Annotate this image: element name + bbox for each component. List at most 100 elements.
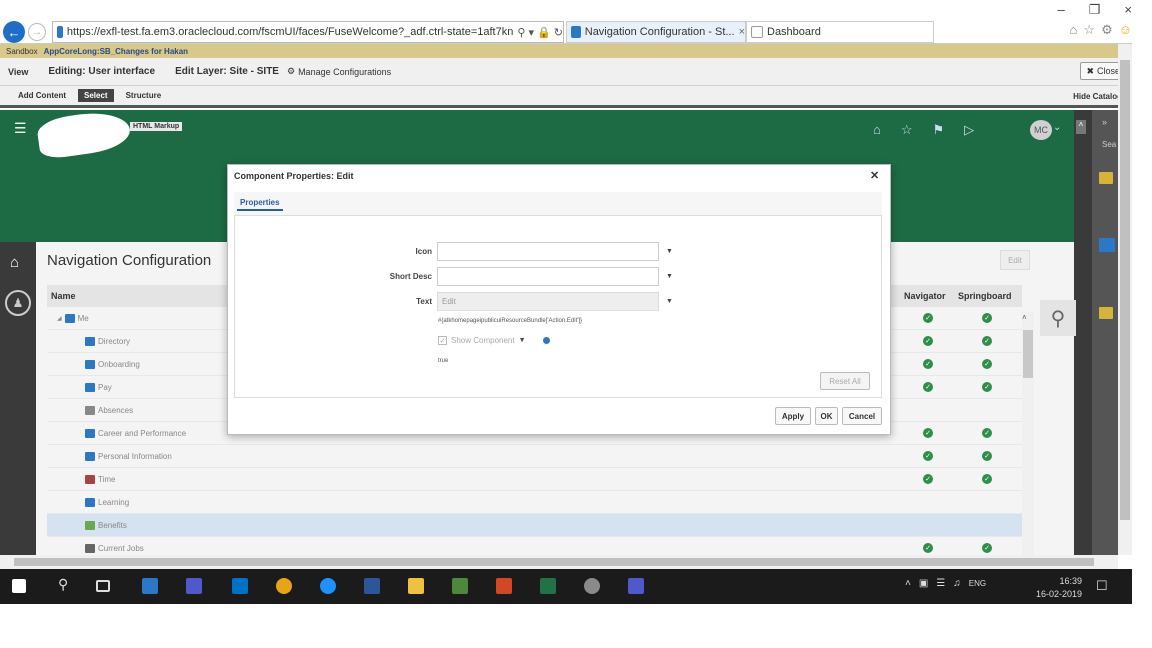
- chevron-up-icon[interactable]: ˄: [905, 578, 911, 589]
- apply-button[interactable]: Apply: [775, 407, 811, 425]
- springboard-check-icon[interactable]: ✓: [982, 474, 992, 484]
- table-row[interactable]: Benefits: [47, 514, 1022, 537]
- row-text: Career and Performance: [98, 428, 187, 438]
- row-label: Absences: [85, 405, 134, 415]
- internet-explorer-icon[interactable]: [320, 578, 336, 594]
- springboard-check-icon[interactable]: ✓: [982, 428, 992, 438]
- navigator-check-icon[interactable]: ✓: [923, 474, 933, 484]
- checkbox-icon[interactable]: ✓: [438, 336, 447, 345]
- navigator-check-icon[interactable]: ✓: [923, 336, 933, 346]
- navigator-check-icon[interactable]: ✓: [923, 428, 933, 438]
- chrome-icon[interactable]: [276, 578, 292, 594]
- word-icon[interactable]: [364, 578, 380, 594]
- table-scrollbar-thumb[interactable]: [1023, 330, 1033, 378]
- outlook-icon[interactable]: [232, 578, 248, 594]
- ok-button[interactable]: OK: [815, 407, 838, 425]
- navigator-check-icon[interactable]: ✓: [923, 359, 933, 369]
- search-icon[interactable]: ⚲: [1040, 300, 1076, 336]
- task-view-icon[interactable]: [96, 580, 110, 592]
- chevron-down-icon[interactable]: ▼: [666, 273, 673, 280]
- short-desc-label: Short Desc: [389, 272, 432, 281]
- row-label: Career and Performance: [85, 428, 187, 438]
- navigator-check-icon[interactable]: ✓: [923, 313, 933, 323]
- clock[interactable]: 16:39 16-02-2019: [1036, 575, 1082, 601]
- row-text: Onboarding: [98, 359, 140, 369]
- expand-icon[interactable]: ◢: [57, 315, 62, 322]
- teams-icon[interactable]: [628, 578, 644, 594]
- springboard-check-icon[interactable]: ✓: [982, 313, 992, 323]
- table-row[interactable]: Personal Information ✓ ✓: [47, 445, 1022, 468]
- battery-icon[interactable]: ▣: [919, 578, 928, 589]
- horizontal-scrollbar-thumb[interactable]: [14, 558, 1094, 566]
- row-text: Absences: [98, 405, 134, 415]
- tool-icon[interactable]: [584, 578, 600, 594]
- row-text: Learning: [98, 497, 130, 507]
- row-label: Pay: [85, 382, 112, 392]
- project-icon[interactable]: [452, 578, 468, 594]
- show-component-label: Show Component: [451, 336, 515, 345]
- springboard-check-icon[interactable]: ✓: [982, 336, 992, 346]
- row-label: Personal Information: [85, 451, 172, 461]
- cancel-button[interactable]: Cancel: [842, 407, 882, 425]
- row-icon: [85, 359, 95, 369]
- row-text: Personal Information: [98, 451, 172, 461]
- table-row[interactable]: Learning: [47, 491, 1022, 514]
- row-icon: [64, 313, 75, 323]
- navigator-check-icon[interactable]: ✓: [923, 543, 933, 553]
- language-indicator[interactable]: ENG: [969, 579, 986, 588]
- text-label: Text: [416, 297, 432, 306]
- row-text: Me: [77, 313, 89, 323]
- springboard-check-icon[interactable]: ✓: [982, 543, 992, 553]
- row-text: Pay: [98, 382, 112, 392]
- navigator-check-icon[interactable]: ✓: [923, 451, 933, 461]
- reset-all-button[interactable]: Reset All: [820, 372, 870, 390]
- row-icon: [85, 520, 95, 530]
- tab-properties[interactable]: Properties: [237, 196, 283, 211]
- row-label: Current Jobs: [85, 543, 144, 553]
- row-text: Directory: [98, 336, 131, 346]
- page-scrollbar-thumb[interactable]: [1120, 60, 1130, 520]
- springboard-check-icon[interactable]: ✓: [982, 451, 992, 461]
- search-icon[interactable]: ⚲: [58, 576, 74, 592]
- app-icon[interactable]: [142, 578, 158, 594]
- springboard-check-icon[interactable]: ✓: [982, 382, 992, 392]
- file-explorer-icon[interactable]: [408, 578, 424, 594]
- el-expression: #{atkhomepageipublicuiResourceBundle['Ac…: [438, 318, 583, 324]
- row-icon: [85, 543, 95, 553]
- row-icon: [85, 382, 95, 392]
- volume-icon[interactable]: ♫: [953, 578, 961, 589]
- row-text: Time: [98, 474, 116, 484]
- text-field[interactable]: Edit: [437, 292, 659, 311]
- close-icon[interactable]: ✕: [870, 169, 879, 182]
- springboard-check-icon[interactable]: ✓: [982, 359, 992, 369]
- row-icon: [85, 428, 95, 438]
- network-icon[interactable]: ☰: [936, 578, 945, 589]
- excel-icon[interactable]: [540, 578, 556, 594]
- row-text: Current Jobs: [98, 543, 144, 553]
- powerpoint-icon[interactable]: [496, 578, 512, 594]
- teams-icon[interactable]: [186, 578, 202, 594]
- icon-label: Icon: [415, 247, 432, 256]
- row-label: Learning: [85, 497, 130, 507]
- clock-date: 16-02-2019: [1036, 589, 1083, 599]
- short-desc-field[interactable]: [437, 267, 659, 286]
- row-label: Directory: [85, 336, 131, 346]
- icon-field[interactable]: [437, 242, 659, 261]
- row-icon: [85, 497, 95, 507]
- chevron-down-icon[interactable]: ▼: [666, 248, 673, 255]
- row-label: Onboarding: [85, 359, 140, 369]
- clock-time: 16:39: [1059, 576, 1083, 586]
- chevron-down-icon[interactable]: ▼: [519, 337, 526, 344]
- chevron-down-icon[interactable]: ▼: [666, 298, 673, 305]
- table-row[interactable]: Time ✓ ✓: [47, 468, 1022, 491]
- windows-start-icon[interactable]: [12, 579, 26, 593]
- dialog-title: Component Properties: Edit: [234, 171, 354, 181]
- navigator-check-icon[interactable]: ✓: [923, 382, 933, 392]
- row-icon: [85, 451, 95, 461]
- system-tray: ˄ ▣ ☰ ♫ ENG: [905, 578, 986, 589]
- table-row[interactable]: Current Jobs ✓ ✓: [47, 537, 1022, 555]
- show-component-checkbox[interactable]: ✓ Show Component ▼: [438, 336, 526, 345]
- scroll-up-icon[interactable]: ˄: [1022, 313, 1027, 322]
- notifications-icon[interactable]: ☐: [1096, 578, 1108, 594]
- info-icon[interactable]: [543, 337, 550, 344]
